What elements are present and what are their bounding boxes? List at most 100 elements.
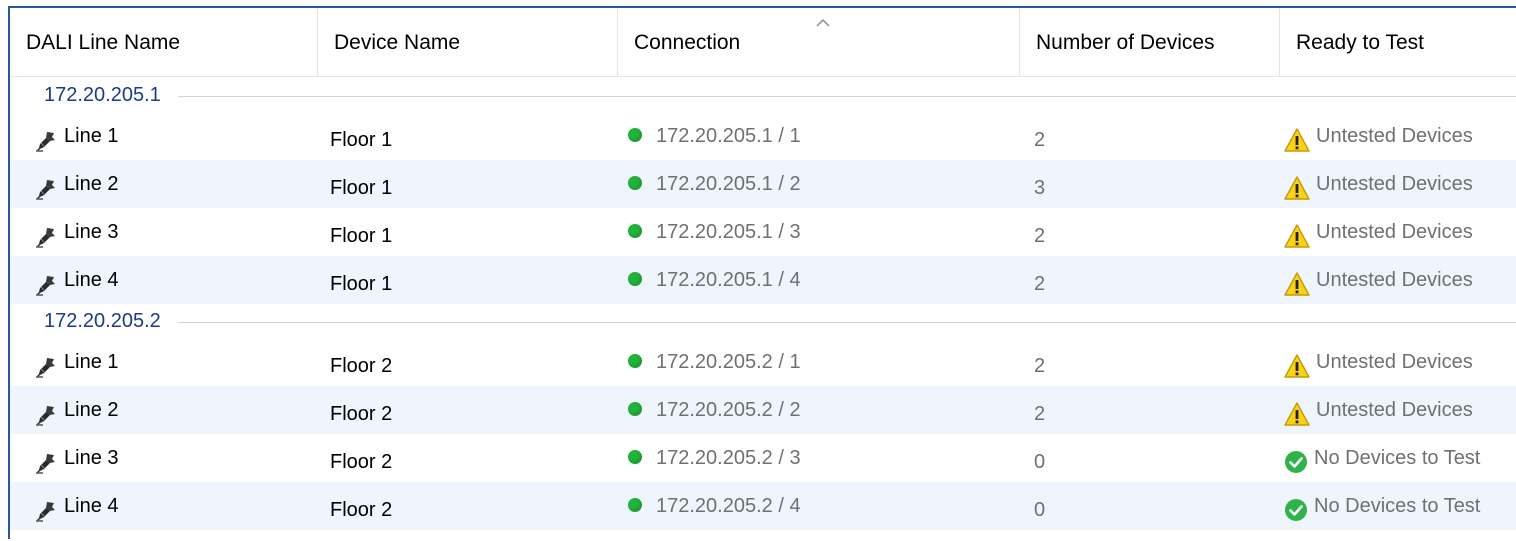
- line-name: Line 1: [64, 125, 119, 147]
- device-name: Floor 1: [330, 177, 393, 199]
- line-name: Line 2: [64, 399, 119, 421]
- ready-status-cell: No Devices to Test: [1284, 434, 1480, 482]
- ready-status-text: No Devices to Test: [1314, 495, 1481, 517]
- line-name: Line 3: [64, 221, 119, 243]
- table-row[interactable]: Line 3 Floor 1 172.20.205.1 / 3 2 Untested D…: [10, 208, 1516, 256]
- column-header-ready-to-test[interactable]: Ready to Test: [1280, 8, 1516, 76]
- line-name: Line 2: [64, 173, 119, 195]
- dali-line-icon: [34, 219, 58, 248]
- check-icon: [1284, 492, 1308, 521]
- group-label: 172.20.205.2: [44, 310, 171, 333]
- line-name-cell: Line 1: [34, 112, 119, 160]
- connection-address: 172.20.205.2 / 1: [656, 351, 801, 373]
- warning-icon: [1284, 122, 1310, 152]
- connection-address: 172.20.205.2 / 3: [656, 447, 801, 469]
- device-count: 2: [1034, 403, 1046, 425]
- device-count: 0: [1034, 451, 1046, 473]
- warning-icon: [1284, 266, 1310, 296]
- group-header[interactable]: 172.20.205.2: [10, 304, 1516, 338]
- warning-icon: [1284, 396, 1310, 426]
- connection-cell: 172.20.205.2 / 1: [628, 338, 801, 386]
- ready-status-text: Untested Devices: [1316, 125, 1473, 147]
- device-name: Floor 1: [330, 129, 393, 151]
- connection-address: 172.20.205.2 / 2: [656, 399, 801, 421]
- check-icon: [1284, 444, 1308, 473]
- connection-cell: 172.20.205.1 / 3: [628, 208, 801, 256]
- line-name: Line 4: [64, 269, 119, 291]
- device-name: Floor 2: [330, 499, 393, 521]
- connection-address: 172.20.205.1 / 4: [656, 269, 801, 291]
- warning-icon: [1284, 348, 1310, 378]
- dali-line-icon: [34, 397, 58, 426]
- device-count: 2: [1034, 225, 1046, 247]
- connection-address: 172.20.205.1 / 1: [656, 125, 801, 147]
- device-count: 2: [1034, 273, 1046, 295]
- column-header-line-name[interactable]: DALI Line Name: [10, 8, 318, 76]
- column-header-label: Device Name: [334, 31, 461, 54]
- connection-address: 172.20.205.1 / 2: [656, 173, 801, 195]
- ready-status-cell: Untested Devices: [1284, 208, 1473, 256]
- connected-status-icon: [628, 175, 642, 190]
- dali-line-icon: [34, 349, 58, 378]
- device-name: Floor 1: [330, 273, 393, 295]
- dali-line-icon: [34, 493, 58, 522]
- table-row[interactable]: Line 2 Floor 1 172.20.205.1 / 2 3 Untested D…: [10, 160, 1516, 208]
- device-name: Floor 2: [330, 403, 393, 425]
- line-name-cell: Line 3: [34, 208, 119, 256]
- line-name: Line 4: [64, 495, 119, 517]
- table-row[interactable]: Line 1 Floor 1 172.20.205.1 / 1 2 Untested D…: [10, 112, 1516, 160]
- table-row[interactable]: Line 4 Floor 2 172.20.205.2 / 4 0 No Devices…: [10, 482, 1516, 530]
- warning-icon: [1284, 218, 1310, 248]
- table-row[interactable]: Line 4 Floor 1 172.20.205.1 / 4 2 Untested D…: [10, 256, 1516, 304]
- device-count: 2: [1034, 355, 1046, 377]
- ready-status-text: No Devices to Test: [1314, 447, 1481, 469]
- line-name: Line 3: [64, 447, 119, 469]
- line-name-cell: Line 4: [34, 256, 119, 304]
- dali-line-icon: [34, 445, 58, 474]
- line-name-cell: Line 2: [34, 160, 119, 208]
- warning-icon: [1284, 170, 1310, 200]
- table-row[interactable]: Line 3 Floor 2 172.20.205.2 / 3 0 No Devices…: [10, 434, 1516, 482]
- dali-lines-list: DALI Line Name Device Name Connection Nu…: [8, 6, 1516, 539]
- ready-status-text: Untested Devices: [1316, 269, 1473, 291]
- device-name: Floor 2: [330, 451, 393, 473]
- device-name: Floor 1: [330, 225, 393, 247]
- connection-cell: 172.20.205.1 / 4: [628, 256, 801, 304]
- connected-status-icon: [628, 223, 642, 238]
- dali-line-icon: [34, 171, 58, 200]
- ready-status-cell: Untested Devices: [1284, 256, 1473, 304]
- connected-status-icon: [628, 497, 642, 512]
- sort-ascending-icon: [816, 18, 830, 27]
- column-header-number-of-devices[interactable]: Number of Devices: [1020, 8, 1280, 76]
- line-name-cell: Line 3: [34, 434, 119, 482]
- connection-cell: 172.20.205.2 / 3: [628, 434, 801, 482]
- connected-status-icon: [628, 449, 642, 464]
- connected-status-icon: [628, 401, 642, 416]
- group-header[interactable]: 172.20.205.1: [10, 78, 1516, 112]
- connected-status-icon: [628, 353, 642, 368]
- column-header-label: Ready to Test: [1296, 31, 1425, 54]
- dali-line-icon: [34, 123, 58, 152]
- ready-status-cell: No Devices to Test: [1284, 482, 1480, 530]
- connection-cell: 172.20.205.2 / 2: [628, 386, 801, 434]
- ready-status-cell: Untested Devices: [1284, 112, 1473, 160]
- column-header-device-name[interactable]: Device Name: [318, 8, 618, 76]
- connection-address: 172.20.205.2 / 4: [656, 495, 801, 517]
- dali-line-icon: [34, 267, 58, 296]
- group-divider: [178, 322, 1516, 323]
- device-count: 0: [1034, 499, 1046, 521]
- table-row[interactable]: Line 2 Floor 2 172.20.205.2 / 2 2 Untested D…: [10, 386, 1516, 434]
- ready-status-text: Untested Devices: [1316, 351, 1473, 373]
- ready-status-cell: Untested Devices: [1284, 338, 1473, 386]
- table-row[interactable]: Line 1 Floor 2 172.20.205.2 / 1 2 Untested D…: [10, 338, 1516, 386]
- group-divider: [178, 96, 1516, 97]
- ready-status-text: Untested Devices: [1316, 221, 1473, 243]
- column-header-label: DALI Line Name: [26, 31, 181, 54]
- connection-cell: 172.20.205.1 / 1: [628, 112, 801, 160]
- device-count: 2: [1034, 129, 1046, 151]
- column-header: DALI Line Name Device Name Connection Nu…: [10, 8, 1516, 77]
- ready-status-text: Untested Devices: [1316, 399, 1473, 421]
- device-count: 3: [1034, 177, 1046, 199]
- line-name-cell: Line 2: [34, 386, 119, 434]
- group-label: 172.20.205.1: [44, 84, 171, 107]
